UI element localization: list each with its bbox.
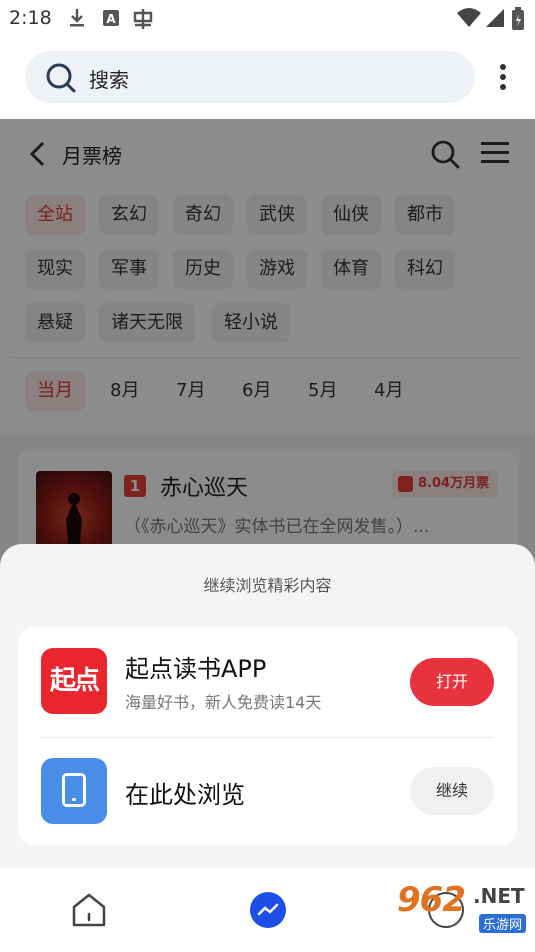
a-notification-icon: A <box>103 10 119 26</box>
continue-button[interactable]: 继续 <box>410 767 494 815</box>
home-icon[interactable] <box>71 892 107 928</box>
status-bar: 2:18 A <box>0 0 535 38</box>
options-card: 起点 起点读书APP 海量好书，新人免费读14天 打开 在此处浏览 继续 <box>18 627 517 845</box>
site-watermark-logo: 962 .NET 乐游网 <box>397 878 531 946</box>
sheet-title: 继续浏览精彩内容 <box>203 576 332 595</box>
svg-text:A: A <box>106 12 116 26</box>
watermark-number: 962 <box>397 880 466 920</box>
open-app-button[interactable]: 打开 <box>410 658 494 706</box>
download-icon <box>70 9 84 27</box>
bug-icon <box>133 9 153 29</box>
tablet-icon <box>41 758 107 824</box>
signal-icon <box>486 9 504 27</box>
app-option-title: 起点读书APP <box>125 655 267 683</box>
browser-toolbar: 搜索 <box>0 38 535 119</box>
card-divider <box>41 737 494 738</box>
trending-icon[interactable] <box>250 892 286 928</box>
watermark-net: .NET <box>473 884 525 908</box>
watermark-sitename: 乐游网 <box>479 914 527 933</box>
more-options-icon[interactable] <box>496 64 510 94</box>
search-icon <box>46 63 76 93</box>
browser-search-input[interactable]: 搜索 <box>25 51 475 103</box>
qidian-app-icon: 起点 <box>41 648 107 714</box>
search-placeholder: 搜索 <box>89 68 129 92</box>
wifi-icon <box>457 8 481 27</box>
browse-here-title: 在此处浏览 <box>125 781 245 809</box>
status-time: 2:18 <box>9 7 52 29</box>
battery-icon <box>512 7 524 30</box>
app-option-subtitle: 海量好书，新人免费读14天 <box>125 693 322 712</box>
